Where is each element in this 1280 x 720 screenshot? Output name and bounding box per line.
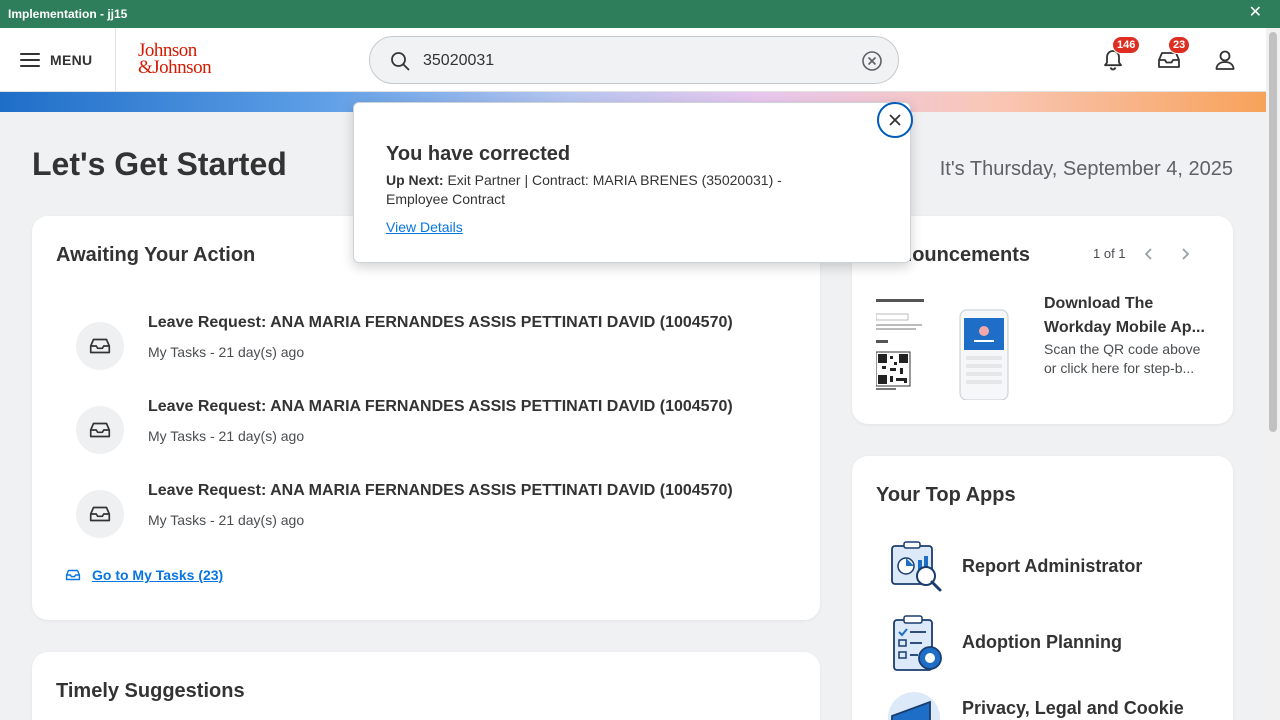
page-scrollbar[interactable] <box>1266 28 1280 720</box>
inbox-link-icon <box>65 569 81 581</box>
task-item[interactable]: Leave Request: ANA MARIA FERNANDES ASSIS… <box>76 398 796 458</box>
menu-button[interactable]: MENU <box>0 28 116 92</box>
top-apps-title: Your Top Apps <box>876 484 1016 506</box>
task-meta: My Tasks - 21 day(s) ago <box>148 428 305 444</box>
announcements-pager: 1 of 1 <box>1093 246 1126 261</box>
awaiting-action-title: Awaiting Your Action <box>56 244 256 266</box>
chevron-left-icon[interactable] <box>1139 244 1159 264</box>
app-label[interactable]: Privacy, Legal and Cookie <box>962 698 1184 719</box>
scrollbar-thumb[interactable] <box>1269 32 1277 432</box>
inbox-button[interactable]: 23 <box>1155 36 1191 74</box>
window-title: Implementation - jj15 <box>8 7 128 21</box>
task-title[interactable]: Leave Request: ANA MARIA FERNANDES ASSIS… <box>148 398 733 416</box>
report-admin-icon <box>891 541 942 592</box>
task-icon-circle <box>76 490 124 538</box>
privacy-legal-icon <box>888 692 940 720</box>
inbox-tray-icon <box>89 422 111 438</box>
task-title[interactable]: Leave Request: ANA MARIA FERNANDES ASSIS… <box>148 482 733 500</box>
window-close-icon[interactable]: ✕ <box>1249 4 1262 22</box>
current-date: It's Thursday, September 4, 2025 <box>939 158 1233 180</box>
correction-toast: You have corrected Up Next: Exit Partner… <box>353 102 911 263</box>
timely-suggestions-card: Timely Suggestions <box>32 652 820 720</box>
window-titlebar: Implementation - jj15 ✕ <box>0 0 1280 28</box>
toast-body: Up Next: Exit Partner | Contract: MARIA … <box>386 171 806 209</box>
toast-up-next-label: Up Next: <box>386 172 444 188</box>
toast-up-next-text: Exit Partner | Contract: MARIA BRENES (3… <box>386 172 782 207</box>
go-to-my-tasks-link[interactable]: Go to My Tasks (23) <box>64 566 223 584</box>
user-icon <box>1215 50 1235 70</box>
top-header: MENU Johnson &Johnson 146 23 <box>0 28 1266 92</box>
clear-search-icon[interactable] <box>861 50 883 72</box>
notifications-button[interactable]: 146 <box>1099 36 1141 74</box>
app-label[interactable]: Report Administrator <box>962 556 1142 577</box>
app-label[interactable]: Adoption Planning <box>962 632 1122 653</box>
hamburger-icon <box>20 53 40 67</box>
task-meta: My Tasks - 21 day(s) ago <box>148 512 305 528</box>
company-logo[interactable]: Johnson &Johnson <box>138 41 212 77</box>
view-details-link[interactable]: View Details <box>386 219 463 235</box>
adoption-planning-icon <box>893 615 942 671</box>
timely-suggestions-title: Timely Suggestions <box>56 680 245 702</box>
chevron-right-icon[interactable] <box>1175 244 1195 264</box>
inbox-badge: 23 <box>1168 36 1191 54</box>
announcement-thumbnail[interactable] <box>876 296 1016 400</box>
page-title: Let's Get Started <box>32 146 287 182</box>
announcements-title: nouncements <box>900 244 1031 266</box>
app-report-administrator[interactable]: Report Administrator <box>886 538 1216 602</box>
app-adoption-planning[interactable]: Adoption Planning <box>886 614 1216 678</box>
announcement-item-title[interactable]: Download The Workday Mobile Ap... <box>1044 292 1214 340</box>
task-title[interactable]: Leave Request: ANA MARIA FERNANDES ASSIS… <box>148 314 733 332</box>
search-input[interactable] <box>423 49 843 73</box>
profile-button[interactable] <box>1211 46 1239 74</box>
go-to-my-tasks-label[interactable]: Go to My Tasks (23) <box>92 567 223 583</box>
task-item[interactable]: Leave Request: ANA MARIA FERNANDES ASSIS… <box>76 314 796 374</box>
inbox-tray-icon <box>89 506 111 522</box>
app-privacy-legal-cookie[interactable]: Privacy, Legal and Cookie <box>886 692 1216 720</box>
close-icon <box>889 114 901 126</box>
task-item[interactable]: Leave Request: ANA MARIA FERNANDES ASSIS… <box>76 482 796 542</box>
search-icon <box>391 52 410 71</box>
inbox-tray-icon <box>89 338 111 354</box>
toast-title: You have corrected <box>386 143 571 165</box>
task-meta: My Tasks - 21 day(s) ago <box>148 344 305 360</box>
task-icon-circle <box>76 406 124 454</box>
task-icon-circle <box>76 322 124 370</box>
toast-close-button[interactable] <box>877 102 913 138</box>
menu-label: MENU <box>50 52 93 68</box>
search-bar <box>369 36 899 84</box>
announcement-item-desc: Scan the QR code above or click here for… <box>1044 341 1201 376</box>
notifications-badge: 146 <box>1112 36 1141 54</box>
